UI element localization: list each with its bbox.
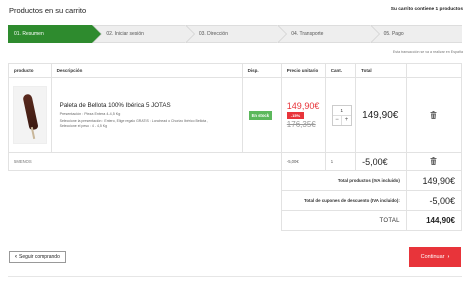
quantity-stepper: 1 − + [331, 104, 352, 126]
header-description: Descripción [50, 63, 243, 78]
table-row: Paleta de Bellota 100% Ibérica 5 JOTAS P… [8, 77, 463, 153]
price-cell: 149,90€ -15% 176,35€ [280, 77, 326, 153]
current-price: 149,90€ [286, 101, 320, 111]
ham-product-image[interactable] [12, 86, 47, 144]
old-price: 176,35€ [286, 120, 316, 129]
quantity-cell: 1 − + [324, 77, 357, 153]
step-shipping[interactable]: 04. Transporte [277, 25, 381, 43]
table-header-row: producto Descripción Disp. Precio unitar… [8, 63, 463, 78]
product-total: 149,90€ [355, 77, 407, 153]
continue-shopping-label: Seguir comprando [19, 254, 60, 260]
discount-quantity: 1 [324, 152, 357, 171]
discount-total: -5,00€ [355, 152, 407, 171]
discount-unit: -5,00€ [280, 152, 326, 171]
header-product: producto [8, 63, 52, 78]
header-quantity: Cant. [324, 63, 357, 78]
continue-button[interactable]: Continuar › [409, 247, 461, 267]
product-name[interactable]: Paleta de Bellota 100% Ibérica 5 JOTAS [60, 102, 242, 109]
availability-cell: En stock [241, 77, 282, 153]
header-delete [405, 63, 463, 78]
header-unit-price: Precio unitario [280, 63, 326, 78]
transaction-notice: Esta transacción se va a realizar en Esp… [392, 50, 463, 54]
increase-quantity-button[interactable]: + [342, 116, 351, 125]
trash-icon[interactable] [430, 110, 437, 120]
continue-label: Continuar [420, 254, 445, 260]
header-total: Total [355, 63, 407, 78]
step-summary[interactable]: 01. Resumen [8, 25, 103, 43]
total-products-label: Total productos (IVA incluido) [280, 170, 407, 191]
cart-table: producto Descripción Disp. Precio unitar… [8, 63, 463, 231]
product-description-cell: Paleta de Bellota 100% Ibérica 5 JOTAS P… [50, 77, 243, 153]
total-products-value: 149,90€ [405, 170, 463, 191]
decrease-quantity-button[interactable]: − [333, 115, 343, 125]
page-title: Productos en su carrito [9, 6, 87, 15]
product-selection: Seleccione la presentación : Entero, Eli… [59, 118, 209, 128]
step-address[interactable]: 03. Dirección [184, 25, 288, 43]
divider [8, 276, 462, 277]
grand-total-label: TOTAL [280, 210, 407, 231]
product-presentation: Presentación : Pieza Entera 4-4,5 Kg [59, 111, 121, 116]
coupons-value: -5,00€ [405, 190, 463, 211]
grand-total-value: 144,90€ [405, 210, 463, 231]
stock-badge: En stock [248, 110, 273, 120]
delete-cell [405, 77, 463, 153]
discount-badge: -15% [286, 112, 305, 119]
continue-shopping-button[interactable]: ‹ Seguir comprando [9, 251, 66, 263]
coupons-label: Total de cupones de descuento (IVA inclu… [280, 190, 407, 211]
delete-cell [405, 152, 463, 171]
step-payment[interactable]: 05. Pago [369, 25, 463, 43]
cart-count: Su carrito contiene 1 productos [390, 7, 463, 12]
trash-icon[interactable] [430, 157, 437, 166]
discount-code: 5MENOS [8, 152, 282, 171]
table-row: 5MENOS -5,00€ 1 -5,00€ [8, 152, 463, 171]
product-image-cell [8, 77, 52, 153]
chevron-left-icon: ‹ [15, 254, 17, 260]
summary-row: Total productos (IVA incluido) 149,90€ [8, 170, 463, 231]
quantity-input[interactable]: 1 [332, 106, 351, 116]
step-login[interactable]: 02. Iniciar sesión [92, 25, 196, 43]
header-availability: Disp. [241, 63, 282, 78]
chevron-right-icon: › [447, 254, 450, 260]
checkout-steps: 01. Resumen 02. Iniciar sesión 03. Direc… [8, 25, 463, 43]
